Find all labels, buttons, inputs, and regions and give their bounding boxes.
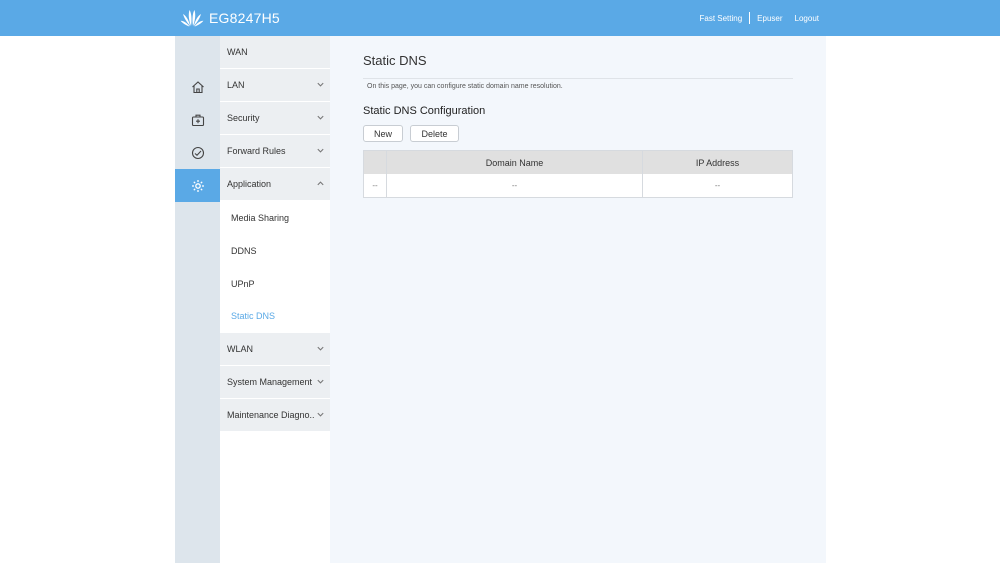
menu-item-security[interactable]: Security xyxy=(220,102,330,135)
submenu-static-dns[interactable]: Static DNS xyxy=(220,300,330,332)
chevron-down-icon xyxy=(317,148,324,153)
menu-item-wan[interactable]: WAN xyxy=(220,36,330,69)
header-divider xyxy=(749,12,751,24)
gauge-icon xyxy=(191,146,204,159)
domain-name-cell: -- xyxy=(387,174,643,197)
gear-icon xyxy=(191,179,204,192)
device-model: EG8247H5 xyxy=(209,10,280,26)
submenu-label: Static DNS xyxy=(231,311,276,321)
user-link[interactable]: Epuser xyxy=(757,14,782,23)
top-bar: EG8247H5 Fast Setting Epuser Logout xyxy=(0,0,1000,36)
menu-item-application[interactable]: Application xyxy=(220,168,330,201)
chevron-down-icon xyxy=(317,412,324,417)
menu-item-system-management[interactable]: System Management xyxy=(220,366,330,399)
menu-item-label: System Management xyxy=(227,377,313,387)
menu-item-wlan[interactable]: WLAN xyxy=(220,333,330,366)
submenu-media-sharing[interactable]: Media Sharing xyxy=(220,202,330,234)
delete-button[interactable]: Delete xyxy=(410,125,459,142)
select-all-header[interactable] xyxy=(364,151,387,174)
page-description: On this page, you can configure static d… xyxy=(367,83,563,90)
submenu-label: DDNS xyxy=(231,246,257,256)
icon-sidebar xyxy=(175,36,226,563)
huawei-logo-icon xyxy=(180,10,204,27)
side-menu: WAN LAN Security Forward Rules Applicati… xyxy=(220,36,330,563)
home-icon xyxy=(191,80,204,93)
row-select-cell[interactable]: -- xyxy=(364,174,387,197)
submenu-ddns[interactable]: DDNS xyxy=(220,235,330,267)
menu-item-label: Forward Rules xyxy=(227,146,286,156)
menu-item-lan[interactable]: LAN xyxy=(220,69,330,102)
title-divider xyxy=(363,78,793,79)
menu-item-label: LAN xyxy=(227,80,245,90)
table-row[interactable]: -- -- -- xyxy=(364,174,792,197)
fast-setting-link[interactable]: Fast Setting xyxy=(699,14,742,23)
static-dns-table: Domain Name IP Address -- -- -- xyxy=(363,150,793,198)
new-button[interactable]: New xyxy=(363,125,403,142)
column-header-domain-name: Domain Name xyxy=(387,151,643,174)
table-header-row: Domain Name IP Address xyxy=(364,151,792,174)
chevron-down-icon xyxy=(317,115,324,120)
column-header-ip-address: IP Address xyxy=(695,157,740,168)
nav-home[interactable] xyxy=(175,70,220,103)
submenu-label: UPnP xyxy=(231,279,255,289)
brand: EG8247H5 xyxy=(180,9,280,27)
chevron-down-icon xyxy=(317,379,324,384)
logout-link[interactable]: Logout xyxy=(795,14,819,23)
main-content: Static DNS On this page, you can configu… xyxy=(330,36,826,563)
menu-item-label: WLAN xyxy=(227,344,254,354)
chevron-up-icon xyxy=(317,181,324,186)
menu-item-maintenance-diagnose[interactable]: Maintenance Diagno.. xyxy=(220,399,330,432)
toolbox-icon xyxy=(191,114,204,126)
page-title: Static DNS xyxy=(363,53,427,68)
menu-item-label: WAN xyxy=(227,47,248,57)
ip-address-cell: -- xyxy=(714,181,721,190)
nav-diagnose[interactable] xyxy=(175,136,220,169)
header-links: Fast Setting Epuser Logout xyxy=(699,0,819,36)
menu-item-label: Security xyxy=(227,113,260,123)
menu-item-label: Maintenance Diagno.. xyxy=(227,410,315,420)
chevron-down-icon xyxy=(317,82,324,87)
submenu-label: Media Sharing xyxy=(231,213,290,223)
section-title: Static DNS Configuration xyxy=(363,105,486,117)
submenu-upnp[interactable]: UPnP xyxy=(220,268,330,300)
nav-advanced[interactable] xyxy=(175,169,226,202)
chevron-down-icon xyxy=(317,346,324,351)
menu-item-label: Application xyxy=(227,179,272,189)
nav-toolbox[interactable] xyxy=(175,103,220,136)
menu-item-forward-rules[interactable]: Forward Rules xyxy=(220,135,330,168)
